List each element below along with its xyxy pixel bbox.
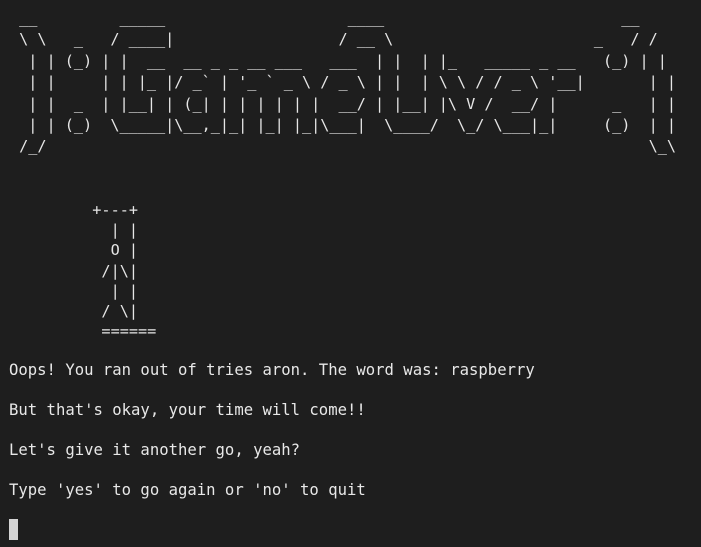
text-cursor[interactable] [9, 519, 18, 540]
game-over-message: Oops! You ran out of tries aron. The wor… [9, 361, 535, 379]
game-over-ascii-banner: __ _____ ____ __ \ \ _ / ____| / __ \ _ … [19, 9, 677, 156]
terminal-window[interactable]: __ _____ ____ __ \ \ _ / ____| / __ \ _ … [0, 0, 701, 547]
encouragement-message: But that's okay, your time will come!! [9, 401, 366, 419]
input-instructions: Type 'yes' to go again or 'no' to quit [9, 481, 366, 499]
retry-prompt-message: Let's give it another go, yeah? [9, 441, 301, 459]
hangman-gallows-ascii: +---+ | | O | /|\| | | / \| ====== [92, 201, 157, 341]
